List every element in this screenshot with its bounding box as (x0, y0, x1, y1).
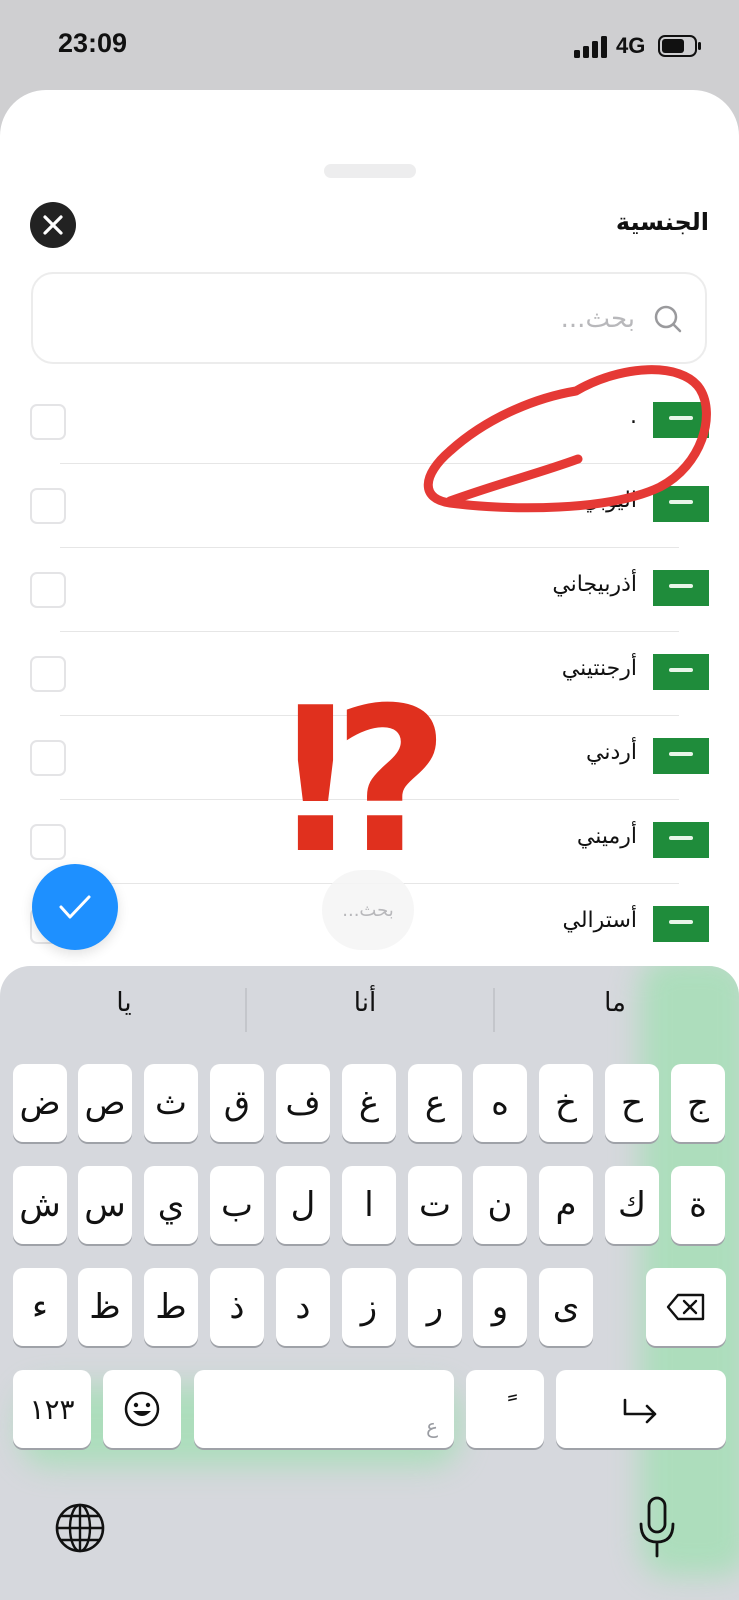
suggestion-item[interactable]: أنا (265, 988, 465, 1018)
key[interactable]: ا (342, 1166, 396, 1244)
emoji-icon (124, 1391, 160, 1427)
key[interactable]: ع (408, 1064, 462, 1142)
key[interactable]: ذ (210, 1268, 264, 1346)
signal-icon (574, 36, 607, 58)
checkbox[interactable] (30, 404, 66, 440)
key[interactable]: ب (210, 1166, 264, 1244)
list-item[interactable]: أذربيجاني (0, 548, 739, 632)
key[interactable]: ح (605, 1064, 659, 1142)
key[interactable]: ر (408, 1268, 462, 1346)
key[interactable]: خ (539, 1064, 593, 1142)
close-button[interactable] (30, 202, 76, 248)
key[interactable]: م (539, 1166, 593, 1244)
key[interactable]: ط (144, 1268, 198, 1346)
backspace-icon (666, 1293, 705, 1321)
keyboard: ما أنا يا ج ح خ ه ع غ ف ق ث ص ض ة ك م ن … (0, 966, 739, 1600)
network-type: 4G (616, 33, 646, 58)
key[interactable]: س (78, 1166, 132, 1244)
key[interactable]: ث (144, 1064, 198, 1142)
suggestion-item[interactable]: ما (515, 988, 715, 1018)
backspace-key[interactable] (646, 1268, 726, 1346)
key[interactable]: ق (210, 1064, 264, 1142)
status-bar: 23:09 4G (0, 0, 739, 90)
nationality-label: أسترالي (562, 908, 637, 933)
suggestion-separator (245, 988, 247, 1032)
key[interactable]: ي (144, 1166, 198, 1244)
close-icon (43, 215, 63, 235)
key[interactable]: ض (13, 1064, 67, 1142)
key[interactable]: ى (539, 1268, 593, 1346)
key[interactable]: ه (473, 1064, 527, 1142)
interrobang-annotation: ⁉ (284, 690, 450, 870)
key[interactable]: ت (408, 1166, 462, 1244)
checkbox[interactable] (30, 572, 66, 608)
nationality-label: أردني (586, 740, 637, 765)
space-key[interactable]: ع (194, 1370, 454, 1448)
suggestion-separator (493, 988, 495, 1032)
key[interactable]: و (473, 1268, 527, 1346)
sheet-grabber[interactable] (324, 164, 416, 178)
sheet-title: الجنسية (615, 208, 709, 236)
key[interactable]: ظ (78, 1268, 132, 1346)
flag-icon (653, 654, 709, 690)
confirm-button[interactable] (32, 864, 118, 950)
battery-icon (658, 35, 701, 57)
flag-icon (653, 738, 709, 774)
return-key[interactable] (556, 1370, 726, 1448)
checkbox[interactable] (30, 656, 66, 692)
flag-icon (653, 906, 709, 942)
flag-icon (653, 822, 709, 858)
key[interactable]: ل (276, 1166, 330, 1244)
return-icon (623, 1398, 657, 1424)
status-time: 23:09 (58, 28, 128, 58)
suggestion-item[interactable]: يا (24, 988, 224, 1018)
globe-icon[interactable] (54, 1502, 106, 1554)
key[interactable]: ة (671, 1166, 725, 1244)
numbers-key[interactable]: ١٢٣ (13, 1370, 91, 1448)
checkbox[interactable] (30, 488, 66, 524)
microphone-icon[interactable] (637, 1496, 677, 1560)
nationality-label: أرجنتيني (561, 656, 637, 681)
nationality-label: أرميني (576, 824, 637, 849)
emoji-key[interactable] (103, 1370, 181, 1448)
checkbox[interactable] (30, 824, 66, 860)
key[interactable]: ص (78, 1064, 132, 1142)
key[interactable]: ش (13, 1166, 67, 1244)
annotation-scribble (423, 365, 711, 513)
key[interactable]: ء (13, 1268, 67, 1346)
search-icon (654, 305, 682, 333)
key[interactable]: ن (473, 1166, 527, 1244)
interrobang-mark: ⁉ (284, 690, 450, 870)
nationality-label: أذربيجاني (552, 572, 637, 597)
search-input[interactable] (73, 298, 637, 340)
flag-icon (653, 570, 709, 606)
ghost-search-pill: بحث... (322, 870, 414, 950)
check-icon (59, 895, 91, 919)
key[interactable]: ج (671, 1064, 725, 1142)
key[interactable]: غ (342, 1064, 396, 1142)
suggestion-bar: ما أنا يا (0, 966, 739, 1048)
checkbox[interactable] (30, 740, 66, 776)
key[interactable]: د (276, 1268, 330, 1346)
key[interactable]: ف (276, 1064, 330, 1142)
key[interactable]: ز (342, 1268, 396, 1346)
search-field[interactable] (31, 272, 707, 364)
key[interactable]: ك (605, 1166, 659, 1244)
diacritic-key[interactable]: ً (466, 1370, 544, 1448)
